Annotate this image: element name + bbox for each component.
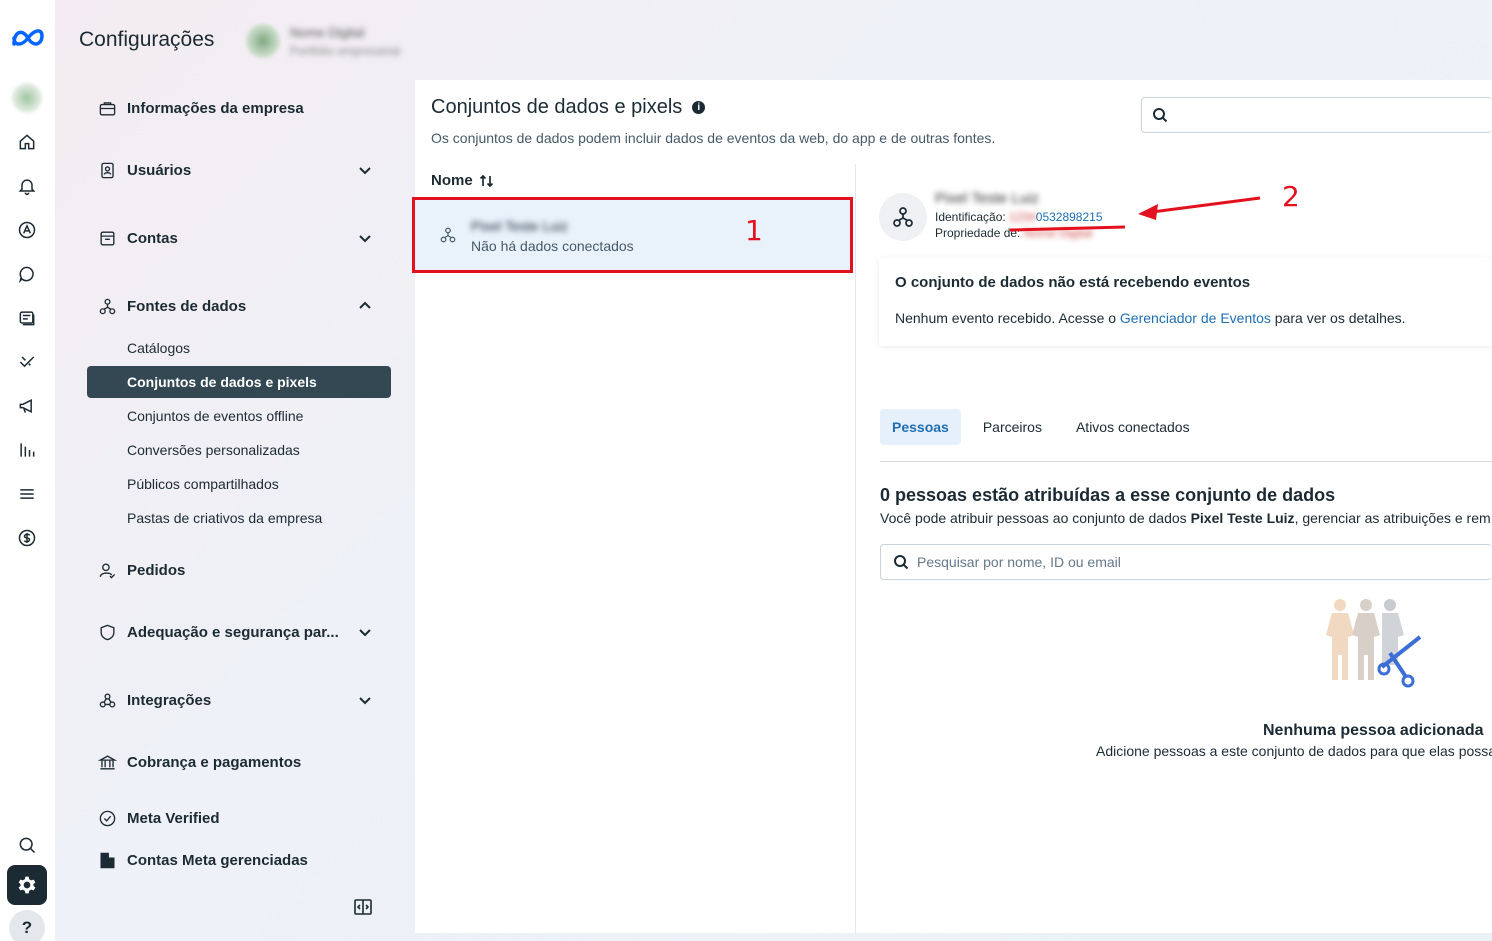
page-header-title: Configurações — [79, 28, 215, 51]
nav-item-meta-verified[interactable]: Meta Verified — [87, 798, 391, 838]
nav-item-brand-safety[interactable]: Adequação e segurança par... — [87, 612, 391, 652]
annotation-number-2: 2 — [1282, 180, 1300, 213]
gear-icon[interactable] — [7, 865, 47, 905]
annotation-arrow — [1009, 196, 1261, 232]
nav-item-integrations[interactable]: Integrações — [87, 680, 391, 720]
no-events-title: O conjunto de dados não está recebendo e… — [895, 274, 1251, 291]
chevron-down-icon[interactable] — [357, 230, 373, 246]
dataset-detail-icon — [879, 193, 927, 241]
advantage-icon[interactable] — [14, 217, 40, 243]
handshake-icon[interactable] — [14, 349, 40, 375]
business-name: Nome Digital — [290, 24, 365, 40]
user-card-icon — [97, 160, 117, 180]
nav-item-business-info[interactable]: Informações da empresa — [87, 88, 391, 128]
search-icon — [894, 555, 909, 570]
name-column-header[interactable]: Nome — [431, 172, 495, 189]
chevron-down-icon[interactable] — [357, 162, 373, 178]
nav-item-requests[interactable]: Pedidos — [87, 550, 391, 590]
events-manager-link[interactable]: Gerenciador de Eventos — [1120, 310, 1271, 326]
dataset-search-input[interactable] — [1141, 97, 1492, 133]
tab-partners[interactable]: Parceiros — [971, 409, 1054, 445]
briefcase-icon — [97, 98, 117, 118]
chart-icon[interactable] — [14, 437, 40, 463]
sort-icon[interactable] — [479, 173, 495, 189]
page-title: Conjuntos de dados e pixels — [431, 96, 683, 118]
menu-icon[interactable] — [14, 481, 40, 507]
business-subtitle: Portfólio empresarial — [290, 43, 401, 58]
sub-item-offline-events[interactable]: Conjuntos de eventos offline — [87, 400, 391, 432]
accounts-icon — [97, 228, 117, 248]
annotation-number-1: 1 — [745, 214, 763, 247]
dollar-icon[interactable] — [14, 525, 40, 551]
tab-connected-assets[interactable]: Ativos conectados — [1064, 409, 1202, 445]
empty-state-title: Nenhuma pessoa adicionada — [1263, 722, 1484, 739]
pages-icon[interactable] — [14, 305, 40, 331]
business-avatar-icon[interactable] — [12, 83, 42, 113]
people-search-field[interactable] — [880, 544, 1492, 580]
business-avatar — [246, 24, 280, 58]
no-events-text: Nenhum evento recebido. Acesse o Gerenci… — [895, 310, 1406, 326]
collapse-sidebar-icon[interactable] — [354, 899, 372, 915]
nav-item-data-sources[interactable]: Fontes de dados — [87, 286, 391, 326]
nav-item-billing[interactable]: Cobrança e pagamentos — [87, 742, 391, 782]
global-nav-rail: ? — [0, 0, 55, 941]
bank-icon — [97, 752, 117, 772]
pane-divider — [855, 164, 856, 933]
people-subtitle: Você pode atribuir pessoas ao conjunto d… — [880, 510, 1491, 526]
people-title: 0 pessoas estão atribuídas a esse conjun… — [880, 485, 1336, 505]
search-icon[interactable] — [14, 832, 40, 858]
empty-state-subtitle: Adicione pessoas a este conjunto de dado… — [1096, 743, 1492, 759]
help-icon[interactable]: ? — [9, 910, 45, 941]
nav-item-accounts[interactable]: Contas — [87, 218, 391, 258]
page-subtitle: Os conjuntos de dados podem incluir dado… — [431, 130, 996, 146]
sub-item-custom-conversions[interactable]: Conversões personalizadas — [87, 434, 391, 466]
sub-item-shared-audiences[interactable]: Públicos compartilhados — [87, 468, 391, 500]
sub-item-catalogs[interactable]: Catálogos — [87, 332, 391, 364]
meta-logo-icon[interactable] — [10, 24, 46, 52]
tab-people[interactable]: Pessoas — [880, 409, 961, 445]
building-icon — [97, 850, 117, 870]
business-switcher[interactable]: Nome Digital Portfólio empresarial — [246, 18, 446, 64]
sub-item-datasets-pixels[interactable]: Conjuntos de dados e pixels — [87, 366, 391, 398]
nav-item-users[interactable]: Usuários — [87, 150, 391, 190]
info-icon[interactable]: i — [692, 101, 706, 114]
people-search-input[interactable] — [917, 554, 1477, 570]
no-events-card: O conjunto de dados não está recebendo e… — [879, 258, 1492, 346]
chat-icon[interactable] — [14, 261, 40, 287]
tabs-divider — [880, 461, 1492, 462]
chevron-up-icon[interactable] — [357, 298, 373, 314]
sub-item-creative-folders[interactable]: Pastas de criativos da empresa — [87, 502, 391, 534]
people-illustration-icon — [1310, 595, 1430, 695]
bell-icon[interactable] — [14, 173, 40, 199]
integrations-icon — [97, 690, 117, 710]
chevron-down-icon[interactable] — [357, 692, 373, 708]
megaphone-icon[interactable] — [14, 393, 40, 419]
home-icon[interactable] — [14, 129, 40, 155]
data-sources-icon — [97, 296, 117, 316]
detail-tabs: Pessoas Parceiros Ativos conectados — [880, 409, 1212, 445]
verified-icon — [97, 808, 117, 828]
chevron-down-icon[interactable] — [357, 624, 373, 640]
person-check-icon — [97, 560, 117, 580]
nav-item-managed-accounts[interactable]: Contas Meta gerenciadas — [87, 840, 391, 880]
shield-icon — [97, 622, 117, 642]
annotation-box-1 — [412, 197, 853, 273]
search-icon — [1153, 108, 1168, 123]
